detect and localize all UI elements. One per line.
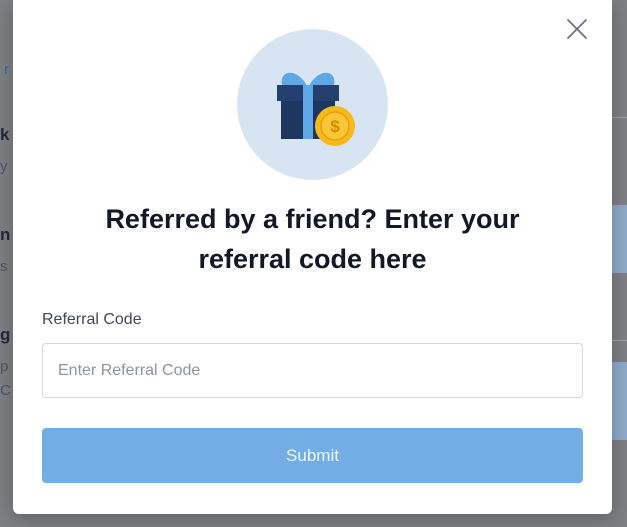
referral-modal: $ Referred by a friend? Enter your refer… — [13, 0, 612, 514]
modal-title-line1: Referred by a friend? Enter your — [105, 204, 520, 234]
coin-dollar-symbol: $ — [330, 117, 340, 136]
background-text-fragment: g — [0, 325, 11, 344]
modal-title-line2: referral code here — [198, 244, 427, 274]
background-text-fragment: k — [0, 125, 10, 144]
background-divider — [612, 117, 627, 118]
background-text-fragment: s — [0, 258, 8, 275]
hero-illustration: $ — [237, 29, 388, 180]
background-text-fragment: y — [0, 158, 8, 175]
background-text-fragment: n — [0, 225, 11, 244]
modal-title: Referred by a friend? Enter your referra… — [13, 199, 612, 279]
referral-code-input[interactable] — [42, 343, 583, 398]
background-text-fragment: p — [0, 358, 9, 375]
background-text-fragment: C — [0, 382, 11, 399]
close-x-icon — [567, 19, 587, 39]
background-text-fragment: r — [4, 61, 9, 78]
background-panel — [612, 205, 627, 273]
gift-with-coin-icon: $ — [277, 72, 355, 146]
referral-code-label: Referral Code — [42, 311, 142, 328]
background-divider — [612, 340, 627, 341]
background-panel — [612, 362, 627, 440]
submit-button[interactable]: Submit — [42, 428, 583, 483]
close-button[interactable] — [565, 17, 589, 41]
